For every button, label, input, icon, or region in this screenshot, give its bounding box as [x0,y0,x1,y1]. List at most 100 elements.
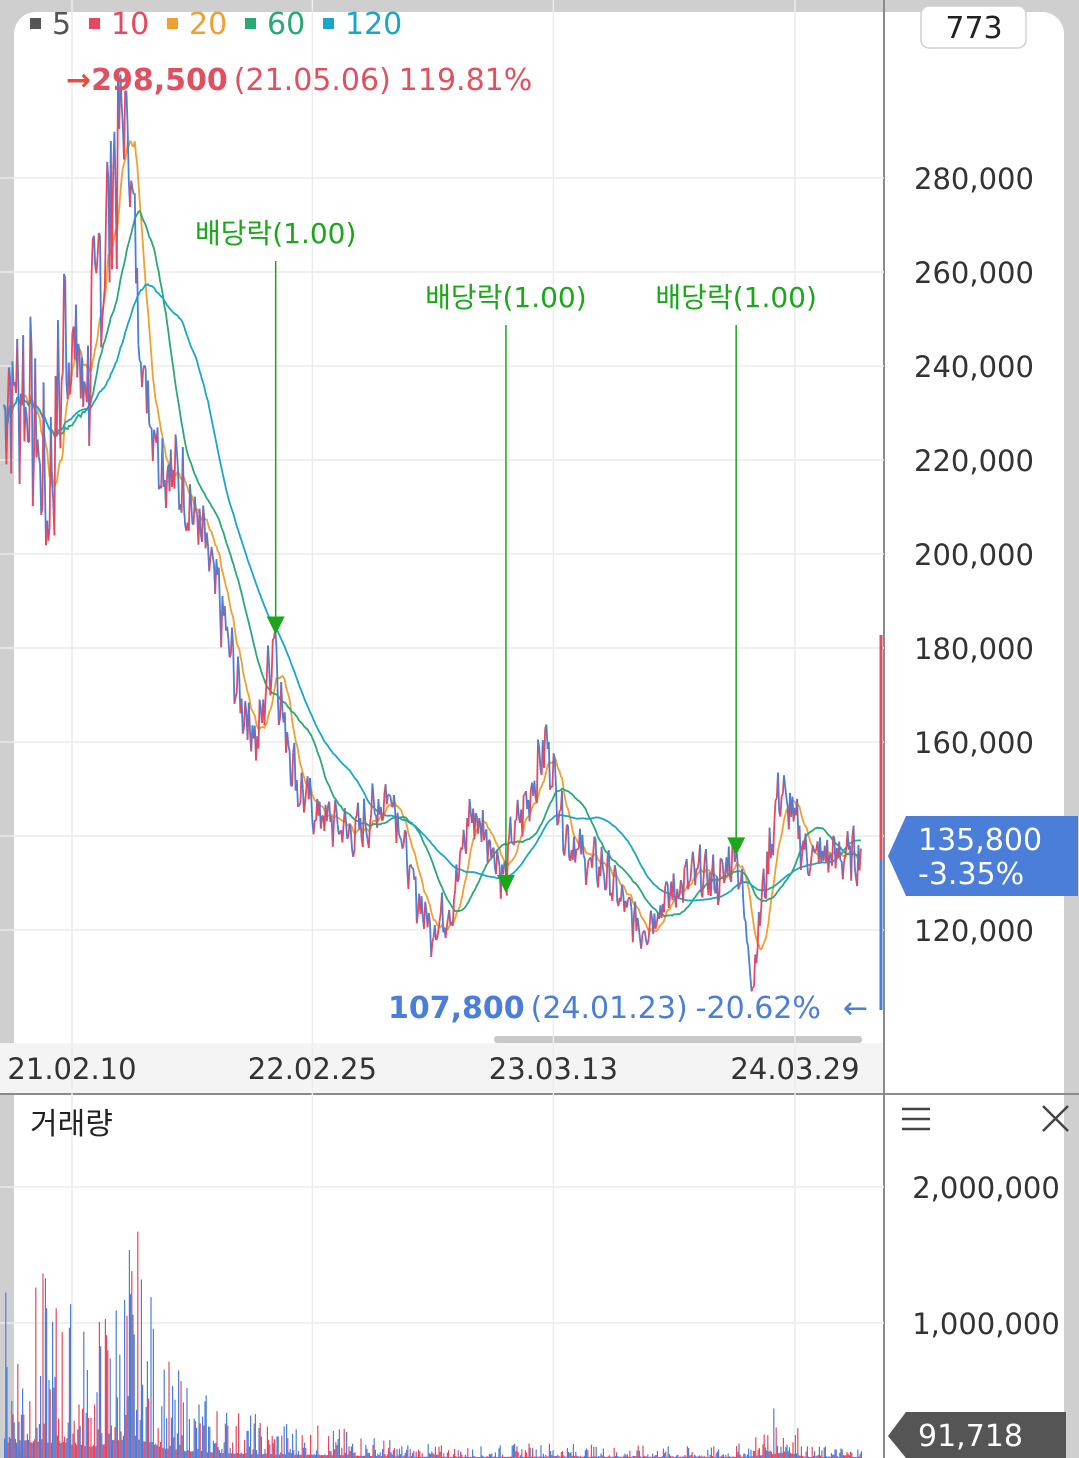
volume-bar [18,1421,20,1458]
price-segment [538,747,542,768]
volume-bar [440,1445,442,1458]
volume-bar [170,1417,172,1458]
high-marker: →298,500 (21.05.06) 119.81% [66,63,532,98]
volume-bar [100,1346,102,1458]
volume-bar [131,1270,133,1458]
price-segment [853,866,857,879]
price-segment [641,930,645,935]
volume-bar [38,1423,40,1458]
volume-bar [834,1449,836,1458]
price-segment [89,272,93,394]
price-segment [309,777,313,797]
volume-bar [394,1448,396,1458]
volume-bar [215,1442,217,1458]
volume-bar [161,1406,163,1458]
volume-bar [688,1448,690,1458]
volume-bar [17,1363,19,1458]
volume-bar [254,1413,256,1458]
price-tick-label: 160,000 [914,726,1034,760]
price-segment [844,848,848,857]
volume-bar [811,1446,813,1458]
price-tick-label: 260,000 [914,256,1034,290]
volume-bar [276,1436,278,1458]
price-segment [424,901,428,911]
volume-bar [41,1439,43,1458]
volume-bar [388,1447,390,1458]
price-segment [297,804,300,808]
volume-bar [58,1418,60,1458]
volume-bar [755,1437,757,1458]
volume-bar [101,1433,103,1458]
price-segment [335,809,339,825]
volume-bar [334,1449,336,1458]
volume-bar [722,1454,724,1458]
volume-bar [8,1437,10,1458]
price-segment [93,235,97,266]
price-segment [223,606,227,631]
volume-bar [746,1454,748,1458]
price-segment [267,645,271,668]
volume-bar [56,1435,58,1458]
volume-bar [280,1452,282,1458]
volume-title: 거래량 [30,1107,113,1142]
price-segment [557,810,561,823]
price-segment [433,925,437,941]
price-segment [264,676,268,698]
price-segment [286,731,290,746]
volume-bar [169,1445,171,1458]
volume-bar [780,1446,782,1458]
price-segment [682,868,686,903]
volume-bar [228,1453,230,1458]
volume-bar [372,1445,374,1458]
volume-bar [36,1427,38,1458]
volume-bar [329,1450,331,1458]
price-segment [240,698,244,734]
volume-bar [211,1452,213,1458]
price-segment [126,125,130,181]
volume-bar [338,1429,340,1458]
volume-bar [526,1452,528,1458]
count-badge[interactable]: 773 [920,5,1027,49]
price-segment [738,881,742,886]
price-segment [483,833,487,841]
volume-bar [204,1401,206,1458]
price-segment [77,343,81,353]
price-segment [195,511,199,515]
price-segment [586,860,590,872]
price-segment [687,881,691,890]
volume-bar [498,1448,500,1458]
price-segment [181,447,185,509]
price-segment [486,839,490,863]
volume-bar [584,1450,586,1458]
volume-bar [258,1428,260,1458]
volume-bar [570,1452,572,1458]
volume-bar [232,1442,234,1458]
price-segment [95,255,99,274]
price-segment [138,360,142,363]
current-price: 135,800 [918,823,1042,858]
volume-bar [353,1452,355,1458]
volume-bar [846,1452,848,1458]
volume-bar [173,1437,175,1458]
volume-bar [179,1444,181,1458]
price-segment [247,702,251,732]
volume-bar [209,1426,211,1458]
price-segment [846,831,850,850]
volume-bar [847,1453,849,1458]
volume-bar [37,1441,39,1458]
volume-bar [613,1447,615,1458]
volume-bar [304,1442,306,1458]
volume-bar [73,1420,75,1458]
volume-bar [16,1442,18,1458]
price-segment [727,846,731,879]
volume-bar [302,1447,304,1458]
scroll-thumb[interactable] [494,1036,862,1043]
volume-bar [14,1438,16,1458]
volume-bar [86,1369,88,1458]
volume-bar [221,1448,223,1458]
volume-bar [20,1414,22,1458]
stock-chart[interactable]: 280,000 260,000 240,000 220,000 200,000 180,0… [0,0,1079,1458]
price-segment [270,639,274,679]
volume-bar [769,1450,771,1458]
volume-bar [216,1411,218,1458]
